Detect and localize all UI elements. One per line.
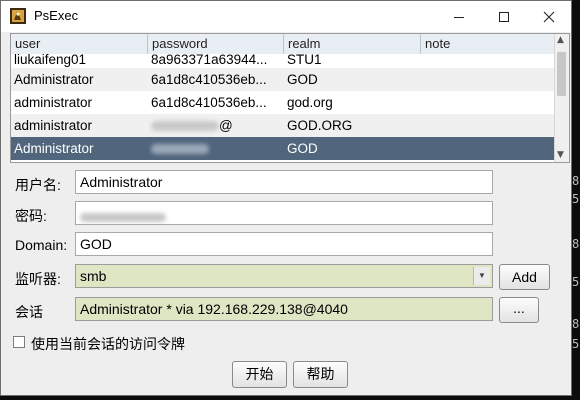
window-title: PsExec bbox=[34, 8, 79, 23]
session-browse-button[interactable]: ... bbox=[499, 297, 539, 323]
cell-realm: GOD.ORG bbox=[287, 118, 353, 133]
redacted-password bbox=[151, 121, 219, 132]
column-header-user[interactable]: user bbox=[11, 34, 148, 54]
cell-note bbox=[421, 68, 556, 91]
username-label: 用户名: bbox=[15, 177, 61, 193]
scroll-up-icon[interactable]: ▲ bbox=[557, 35, 564, 45]
start-button[interactable]: 开始 bbox=[232, 361, 287, 388]
username-field[interactable]: Administrator bbox=[75, 170, 493, 194]
cell-password bbox=[148, 137, 284, 160]
maximize-icon bbox=[499, 11, 509, 22]
use-token-checkbox[interactable] bbox=[13, 336, 25, 348]
listener-select[interactable]: smb ▼ bbox=[75, 264, 493, 288]
add-listener-button[interactable]: Add bbox=[499, 264, 550, 290]
cell-note bbox=[421, 137, 556, 160]
password-field[interactable] bbox=[75, 201, 493, 225]
help-button[interactable]: 帮助 bbox=[293, 361, 348, 388]
cell-note bbox=[421, 91, 556, 114]
password-label: 密码: bbox=[15, 208, 47, 224]
table-row[interactable]: Administrator 6a1d8c410536eb... GOD bbox=[11, 68, 556, 91]
cell-realm: GOD bbox=[287, 141, 318, 156]
title-bar[interactable]: PsExec bbox=[1, 1, 571, 32]
table-row[interactable]: administrator 6a1d8c410536eb... god.org bbox=[11, 91, 556, 114]
session-field[interactable]: Administrator * via 192.168.229.138@4040 bbox=[75, 297, 493, 321]
minimize-icon bbox=[454, 16, 464, 18]
redacted-password bbox=[151, 144, 209, 155]
cell-password: @ bbox=[148, 114, 284, 137]
table-row[interactable]: administrator @ GOD.ORG bbox=[11, 114, 556, 137]
psexec-dialog: PsExec user password realm note liukaife… bbox=[0, 0, 572, 396]
password-suffix: @ bbox=[219, 118, 233, 133]
cell-realm: god.org bbox=[287, 95, 333, 110]
listener-label: 监听器: bbox=[15, 271, 61, 287]
close-icon bbox=[543, 11, 555, 22]
redacted-password bbox=[80, 212, 166, 222]
background-glyph: 8 bbox=[572, 174, 580, 188]
scroll-down-icon[interactable]: ▼ bbox=[557, 150, 564, 160]
cell-user: liukaifeng01 bbox=[14, 53, 87, 67]
background-glyph: 5 bbox=[572, 337, 580, 351]
table-row[interactable]: liukaifeng01 8a963371a63944... STU1 bbox=[11, 53, 556, 68]
background-glyph: 8 bbox=[572, 317, 580, 331]
table-scrollbar[interactable]: ▲ ▼ bbox=[554, 34, 569, 162]
background-glyph: 8 bbox=[572, 237, 580, 251]
background-glyph: 5 bbox=[572, 275, 580, 289]
cell-note bbox=[421, 53, 556, 67]
cell-user: administrator bbox=[14, 118, 93, 133]
credentials-table[interactable]: user password realm note liukaifeng01 8a… bbox=[10, 33, 570, 163]
maximize-button[interactable] bbox=[481, 1, 527, 32]
cell-password: 6a1d8c410536eb... bbox=[151, 95, 267, 110]
minimize-button[interactable] bbox=[436, 1, 482, 32]
app-icon bbox=[10, 8, 26, 24]
domain-label: Domain: bbox=[15, 237, 68, 253]
column-header-realm[interactable]: realm bbox=[284, 34, 421, 54]
table-header: user password realm note bbox=[11, 34, 556, 55]
table-body: liukaifeng01 8a963371a63944... STU1 Admi… bbox=[11, 53, 556, 160]
cell-realm: STU1 bbox=[287, 53, 322, 67]
cell-user: Administrator bbox=[14, 141, 94, 156]
scrollbar-thumb[interactable] bbox=[557, 52, 566, 96]
use-token-label: 使用当前会话的访问令牌 bbox=[31, 336, 185, 352]
cell-note bbox=[421, 114, 556, 137]
cell-user: administrator bbox=[14, 95, 93, 110]
cell-user: Administrator bbox=[14, 72, 94, 87]
domain-field[interactable]: GOD bbox=[75, 232, 493, 256]
column-header-password[interactable]: password bbox=[148, 34, 284, 54]
background-glyph: 5 bbox=[572, 192, 580, 206]
chevron-down-icon[interactable]: ▼ bbox=[473, 267, 490, 285]
column-header-note[interactable]: note bbox=[421, 34, 556, 54]
session-label: 会话 bbox=[15, 304, 43, 320]
listener-value: smb bbox=[80, 268, 107, 284]
cell-password: 8a963371a63944... bbox=[151, 53, 268, 67]
cell-password: 6a1d8c410536eb... bbox=[151, 72, 267, 87]
close-button[interactable] bbox=[526, 1, 572, 32]
cell-realm: GOD bbox=[287, 72, 318, 87]
table-row-selected[interactable]: Administrator GOD bbox=[11, 137, 556, 160]
